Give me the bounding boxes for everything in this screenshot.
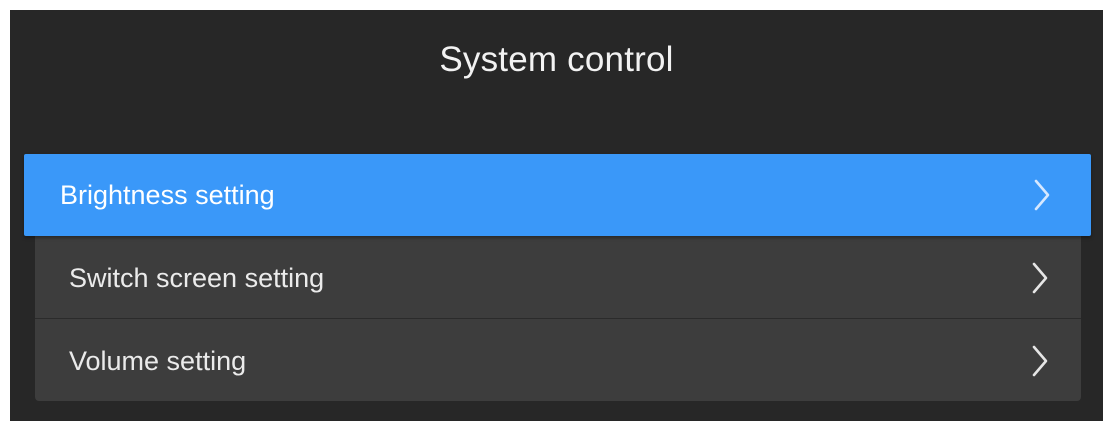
menu-item-volume-setting[interactable]: Volume setting (35, 320, 1081, 402)
chevron-right-icon (1027, 175, 1057, 215)
menu-item-label: Switch screen setting (69, 262, 325, 293)
menu-item-brightness-setting[interactable]: Brightness setting (24, 154, 1091, 236)
menu-item-label: Volume setting (69, 345, 247, 376)
system-control-panel: System control Brightness setting Switch… (10, 10, 1103, 421)
menu-item-switch-screen-setting[interactable]: Switch screen setting (35, 237, 1081, 319)
divider (35, 318, 1081, 319)
chevron-right-icon (1025, 341, 1055, 381)
menu-item-label: Brightness setting (60, 179, 275, 210)
page-title: System control (439, 40, 674, 79)
chevron-right-icon (1025, 258, 1055, 298)
